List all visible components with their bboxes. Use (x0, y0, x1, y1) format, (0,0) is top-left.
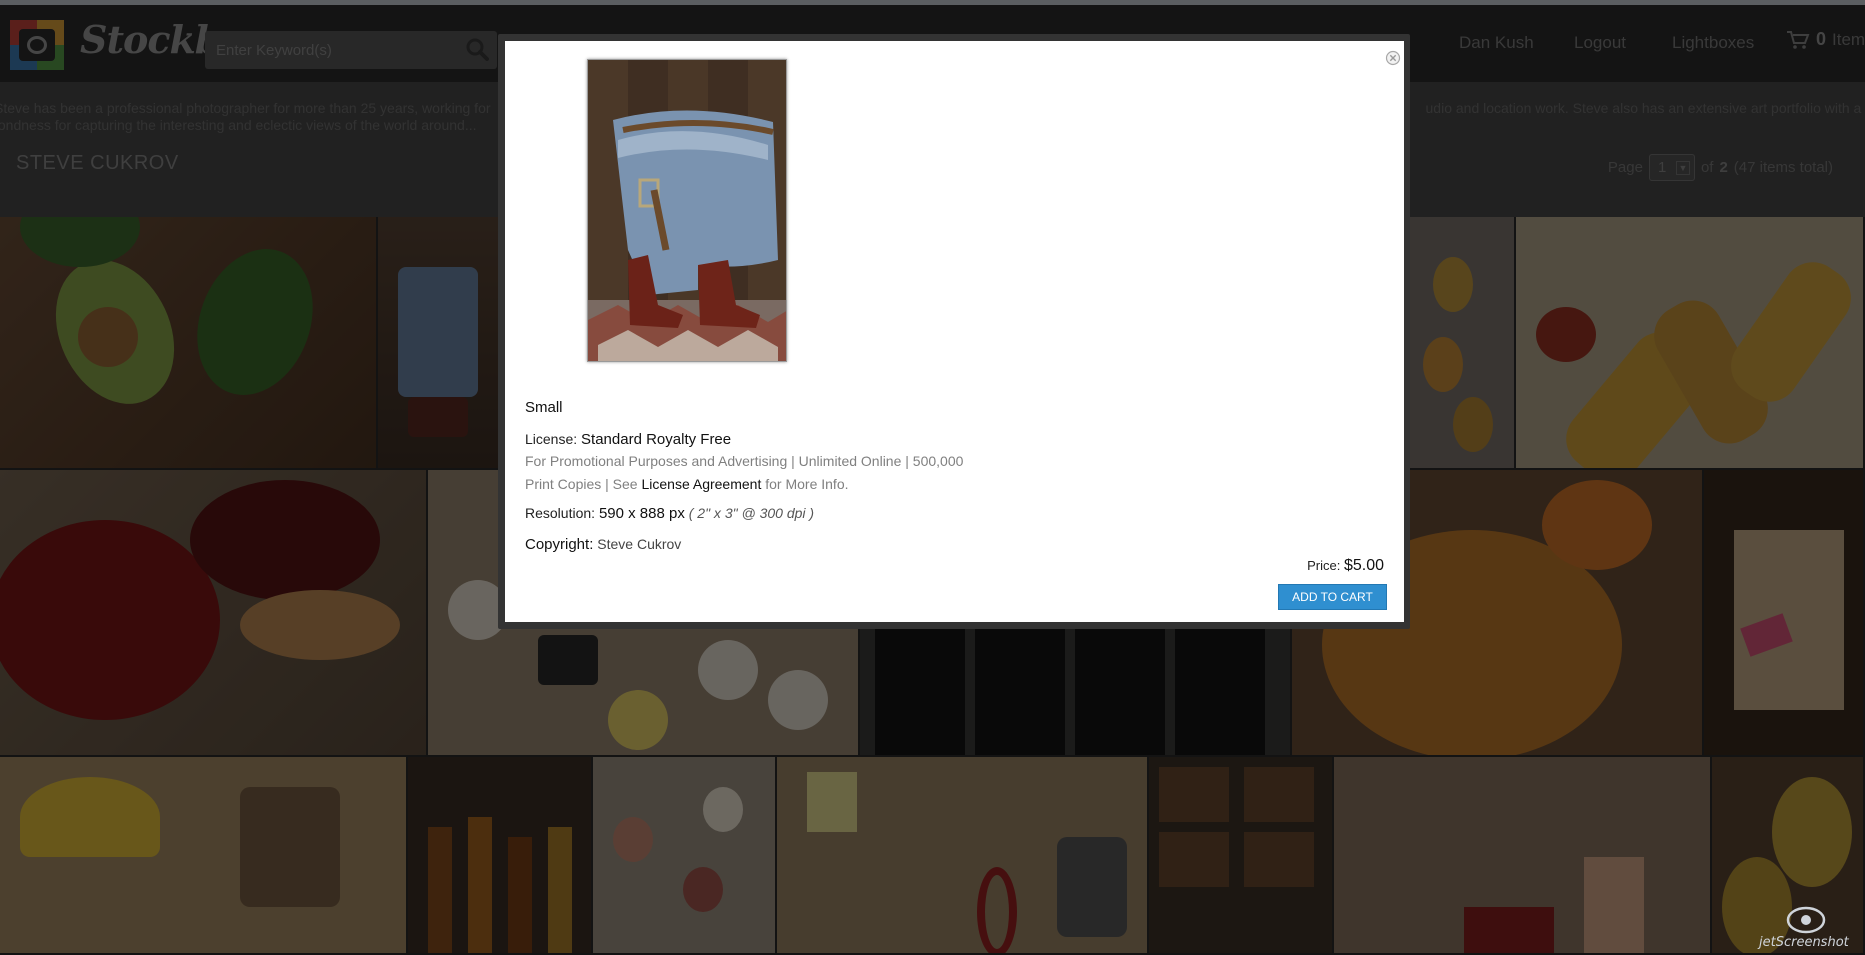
total-pages: 2 (1719, 159, 1728, 176)
license-agreement-link[interactable]: License Agreement (641, 476, 761, 492)
price-value: $5.00 (1343, 557, 1384, 574)
print-suffix: for More Info. (765, 476, 849, 492)
bio-line1-left: Steve has been a professional photograph… (0, 100, 491, 116)
search-icon[interactable] (463, 35, 493, 65)
license-description: For Promotional Purposes and Advertising… (525, 453, 963, 469)
photo-tile-onions[interactable] (593, 757, 777, 955)
photo-tile-camping[interactable] (777, 757, 1149, 955)
print-copies-row: Print Copies | See License Agreement for… (525, 476, 849, 492)
cart-label: Item (1832, 29, 1865, 49)
nav-user[interactable]: Dan Kush (1459, 33, 1534, 53)
of-label: of (1700, 159, 1714, 176)
nav-logout[interactable]: Logout (1574, 33, 1626, 53)
page-label: Page (1607, 159, 1643, 176)
bio-line1-right: udio and location work. Steve also has a… (1425, 100, 1865, 116)
price: Price: $5.00 (1307, 557, 1384, 575)
photo-tile-liquor[interactable] (408, 757, 593, 955)
page: Stockbo Dan Kush Logout Lightboxes 0 Ite… (0, 0, 1865, 955)
watermark-text: jetScreenshot (1759, 935, 1849, 950)
items-total: (47 items total) (1733, 159, 1833, 176)
photo-tile-avocado[interactable] (0, 217, 378, 470)
logo-icon[interactable] (10, 20, 64, 70)
search-input[interactable] (205, 31, 455, 69)
chevron-down-icon: ▼ (1675, 160, 1690, 175)
search-box (205, 31, 497, 69)
photo-tile-happy-holidays[interactable] (1334, 757, 1712, 955)
nav-lightboxes[interactable]: Lightboxes (1672, 33, 1754, 53)
photo-tile-gift[interactable] (1704, 470, 1865, 757)
image-size: Small (525, 399, 563, 416)
resolution-detail: ( 2" x 3" @ 300 dpi ) (688, 505, 815, 521)
image-preview (587, 59, 787, 362)
print-prefix: Print Copies | See (525, 476, 638, 492)
license-desc-text: For Promotional Purposes and Advertising… (525, 453, 964, 469)
add-to-cart-button[interactable]: ADD TO CART (1278, 584, 1387, 610)
page-current: 1 (1657, 159, 1667, 176)
pagination: Page 1 ▼ of 2 (47 items total) (1608, 154, 1833, 181)
resolution-row: Resolution: 590 x 888 px ( 2" x 3" @ 300… (525, 505, 814, 522)
resolution-label: Resolution: (525, 505, 596, 521)
license-label: License: (525, 431, 578, 447)
photo-tile-potatoes[interactable] (1516, 217, 1865, 470)
cart-icon (1787, 30, 1810, 49)
page-select[interactable]: 1 ▼ (1648, 154, 1695, 181)
photo-tile-lights[interactable] (1149, 757, 1334, 955)
photo-tile-pears[interactable] (1403, 217, 1516, 470)
photo-tile-tools[interactable] (0, 757, 408, 955)
resolution-value: 590 x 888 px (598, 505, 685, 522)
image-detail-modal: Small License: Standard Royalty Free For… (505, 41, 1404, 622)
cart-count: 0 (1816, 29, 1827, 49)
license-row: License: Standard Royalty Free (525, 431, 731, 448)
close-icon[interactable] (1385, 50, 1401, 66)
copyright-label: Copyright: (525, 536, 594, 553)
license-value: Standard Royalty Free (581, 431, 732, 448)
copyright-row: Copyright: Steve Cukrov (525, 536, 681, 553)
photo-tile-cranberries[interactable] (0, 470, 428, 757)
photographer-name: STEVE CUKROV (16, 152, 179, 174)
price-label: Price: (1307, 558, 1341, 573)
copyright-value: Steve Cukrov (597, 536, 682, 552)
cart-link[interactable]: 0 Item (1786, 29, 1865, 50)
